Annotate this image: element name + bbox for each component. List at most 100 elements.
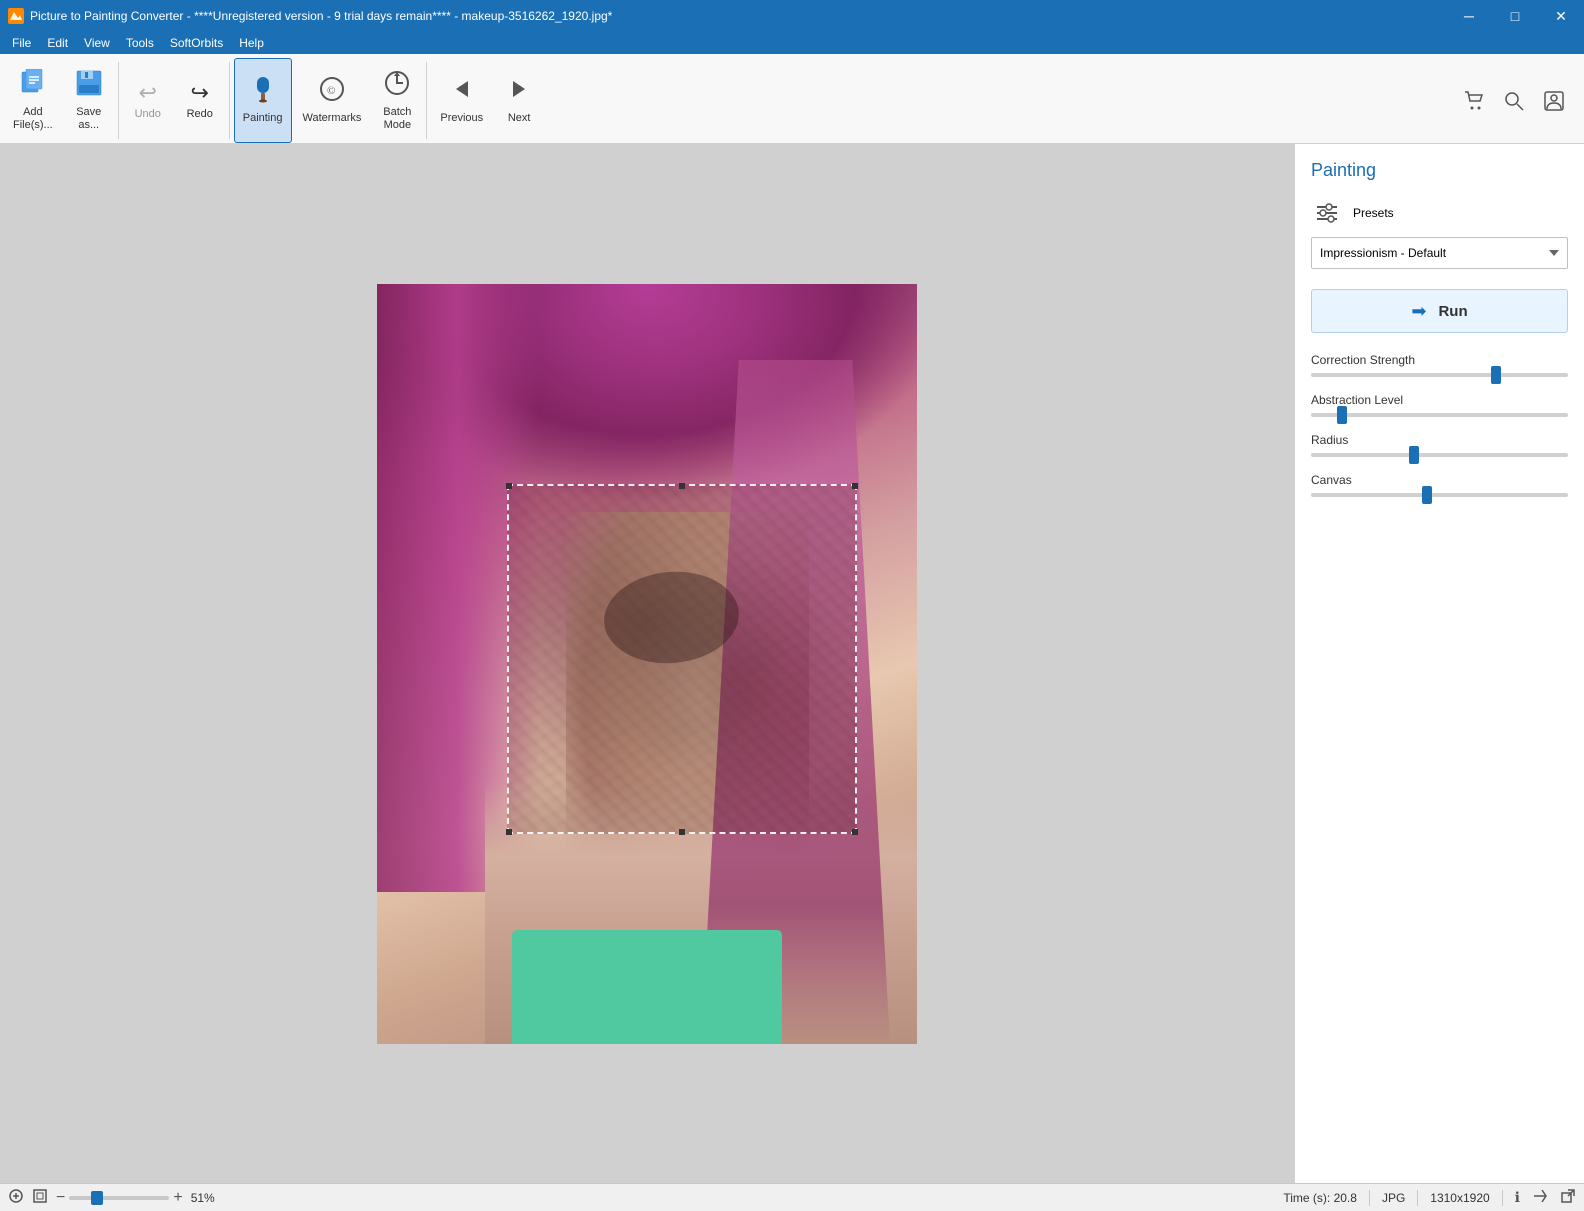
redo-button[interactable]: ↪ Redo xyxy=(175,58,225,143)
title-bar-controls: ─ □ ✕ xyxy=(1446,0,1584,32)
ribbon-sep-2 xyxy=(229,62,230,139)
maximize-button[interactable]: □ xyxy=(1492,0,1538,32)
watermarks-button[interactable]: © Watermarks xyxy=(294,58,371,143)
canvas-area[interactable] xyxy=(0,144,1294,1183)
run-button[interactable]: ➡ Run xyxy=(1311,289,1568,333)
next-button[interactable]: Next xyxy=(494,58,544,143)
svg-text:©: © xyxy=(327,85,335,97)
radius-slider[interactable] xyxy=(1311,453,1568,457)
title-bar-left: Picture to Painting Converter - ****Unre… xyxy=(8,8,612,24)
save-as-icon xyxy=(75,69,103,104)
presets-section: Presets Impressionism - Default Impressi… xyxy=(1311,197,1568,269)
painting-label: Painting xyxy=(243,112,283,125)
abstraction-level-section: Abstraction Level xyxy=(1311,393,1568,417)
previous-button[interactable]: Previous xyxy=(431,58,492,143)
next-icon xyxy=(505,75,533,110)
painting-button[interactable]: Painting xyxy=(234,58,292,143)
undo-label: Undo xyxy=(135,108,161,121)
correction-strength-thumb xyxy=(1491,366,1501,384)
correction-strength-section: Correction Strength xyxy=(1311,353,1568,377)
format-status: JPG xyxy=(1382,1191,1405,1205)
search-icon xyxy=(1504,91,1524,111)
menu-bar: File Edit View Tools SoftOrbits Help xyxy=(0,32,1584,54)
run-label: Run xyxy=(1438,303,1467,320)
abstraction-level-label: Abstraction Level xyxy=(1311,393,1568,407)
status-sep-2 xyxy=(1417,1190,1418,1206)
main-content: Painting Presets Impressionism - D xyxy=(0,144,1584,1183)
share-icon[interactable] xyxy=(1532,1188,1548,1207)
batch-mode-label: BatchMode xyxy=(383,106,411,132)
presets-header: Presets xyxy=(1311,197,1568,229)
correction-strength-slider[interactable] xyxy=(1311,373,1568,377)
menu-edit[interactable]: Edit xyxy=(39,34,76,52)
menu-tools[interactable]: Tools xyxy=(118,34,162,52)
title-bar: Picture to Painting Converter - ****Unre… xyxy=(0,0,1584,32)
previous-icon xyxy=(448,75,476,110)
info-icon[interactable]: ℹ xyxy=(1515,1189,1520,1206)
right-panel: Painting Presets Impressionism - D xyxy=(1294,144,1584,1183)
abstraction-level-slider[interactable] xyxy=(1311,413,1568,417)
painting-effect-overlay xyxy=(507,484,857,834)
undo-icon: ↩ xyxy=(139,80,157,106)
shirt xyxy=(512,930,782,1044)
radius-label: Radius xyxy=(1311,433,1568,447)
menu-softorbits[interactable]: SoftOrbits xyxy=(162,34,231,52)
presets-dropdown[interactable]: Impressionism - Default Impressionism - … xyxy=(1311,237,1568,269)
account-button[interactable] xyxy=(1536,83,1572,119)
presets-label: Presets xyxy=(1353,206,1394,220)
zoom-out-button[interactable]: − xyxy=(56,1189,65,1207)
radius-section: Radius xyxy=(1311,433,1568,457)
undo-button[interactable]: ↩ Undo xyxy=(123,58,173,143)
panel-title: Painting xyxy=(1311,160,1568,181)
correction-strength-label: Correction Strength xyxy=(1311,353,1568,367)
redo-icon: ↪ xyxy=(191,80,209,106)
next-label: Next xyxy=(508,112,531,125)
ribbon-right-icons xyxy=(1456,58,1580,143)
search-button[interactable] xyxy=(1496,83,1532,119)
presets-icon xyxy=(1311,197,1343,229)
save-as-label: Saveas... xyxy=(76,106,101,132)
zoom-controls: − + xyxy=(56,1189,183,1207)
batch-mode-button[interactable]: BatchMode xyxy=(372,58,422,143)
canvas-slider[interactable] xyxy=(1311,493,1568,497)
time-status: Time (s): 20.8 xyxy=(1283,1191,1357,1205)
cart-button[interactable] xyxy=(1456,83,1492,119)
painting-icon xyxy=(249,75,277,110)
watermarks-label: Watermarks xyxy=(303,112,362,125)
fit-icon[interactable] xyxy=(32,1188,48,1207)
watermarks-icon: © xyxy=(318,75,346,110)
save-as-button[interactable]: Saveas... xyxy=(64,58,114,143)
dimensions-status: 1310x1920 xyxy=(1430,1191,1489,1205)
previous-label: Previous xyxy=(440,112,483,125)
canvas-section: Canvas xyxy=(1311,473,1568,497)
abstraction-level-thumb xyxy=(1337,406,1347,424)
bottom-right: Time (s): 20.8 JPG 1310x1920 ℹ xyxy=(1283,1188,1576,1207)
radius-thumb xyxy=(1409,446,1419,464)
batch-mode-icon xyxy=(383,69,411,104)
menu-file[interactable]: File xyxy=(4,34,39,52)
zoom-slider[interactable] xyxy=(69,1196,169,1200)
add-files-icon xyxy=(19,69,47,104)
image-container xyxy=(377,284,917,1044)
status-sep-1 xyxy=(1369,1190,1370,1206)
cart-icon xyxy=(1464,91,1484,111)
canvas-thumb xyxy=(1422,486,1432,504)
ribbon-sep-1 xyxy=(118,62,119,139)
add-files-button[interactable]: AddFile(s)... xyxy=(4,58,62,143)
app-icon xyxy=(8,8,24,24)
ribbon-sep-3 xyxy=(426,62,427,139)
minimize-button[interactable]: ─ xyxy=(1446,0,1492,32)
canvas-label: Canvas xyxy=(1311,473,1568,487)
zoom-thumb xyxy=(91,1191,103,1205)
status-sep-3 xyxy=(1502,1190,1503,1206)
zoom-value: 51% xyxy=(191,1191,226,1205)
run-arrow-icon: ➡ xyxy=(1411,301,1426,322)
close-button[interactable]: ✕ xyxy=(1538,0,1584,32)
external-icon[interactable] xyxy=(1560,1188,1576,1207)
add-files-label: AddFile(s)... xyxy=(13,106,53,132)
account-icon xyxy=(1544,91,1564,111)
zoom-in-button[interactable]: + xyxy=(173,1189,182,1207)
home-icon[interactable] xyxy=(8,1188,24,1207)
menu-view[interactable]: View xyxy=(76,34,118,52)
menu-help[interactable]: Help xyxy=(231,34,272,52)
